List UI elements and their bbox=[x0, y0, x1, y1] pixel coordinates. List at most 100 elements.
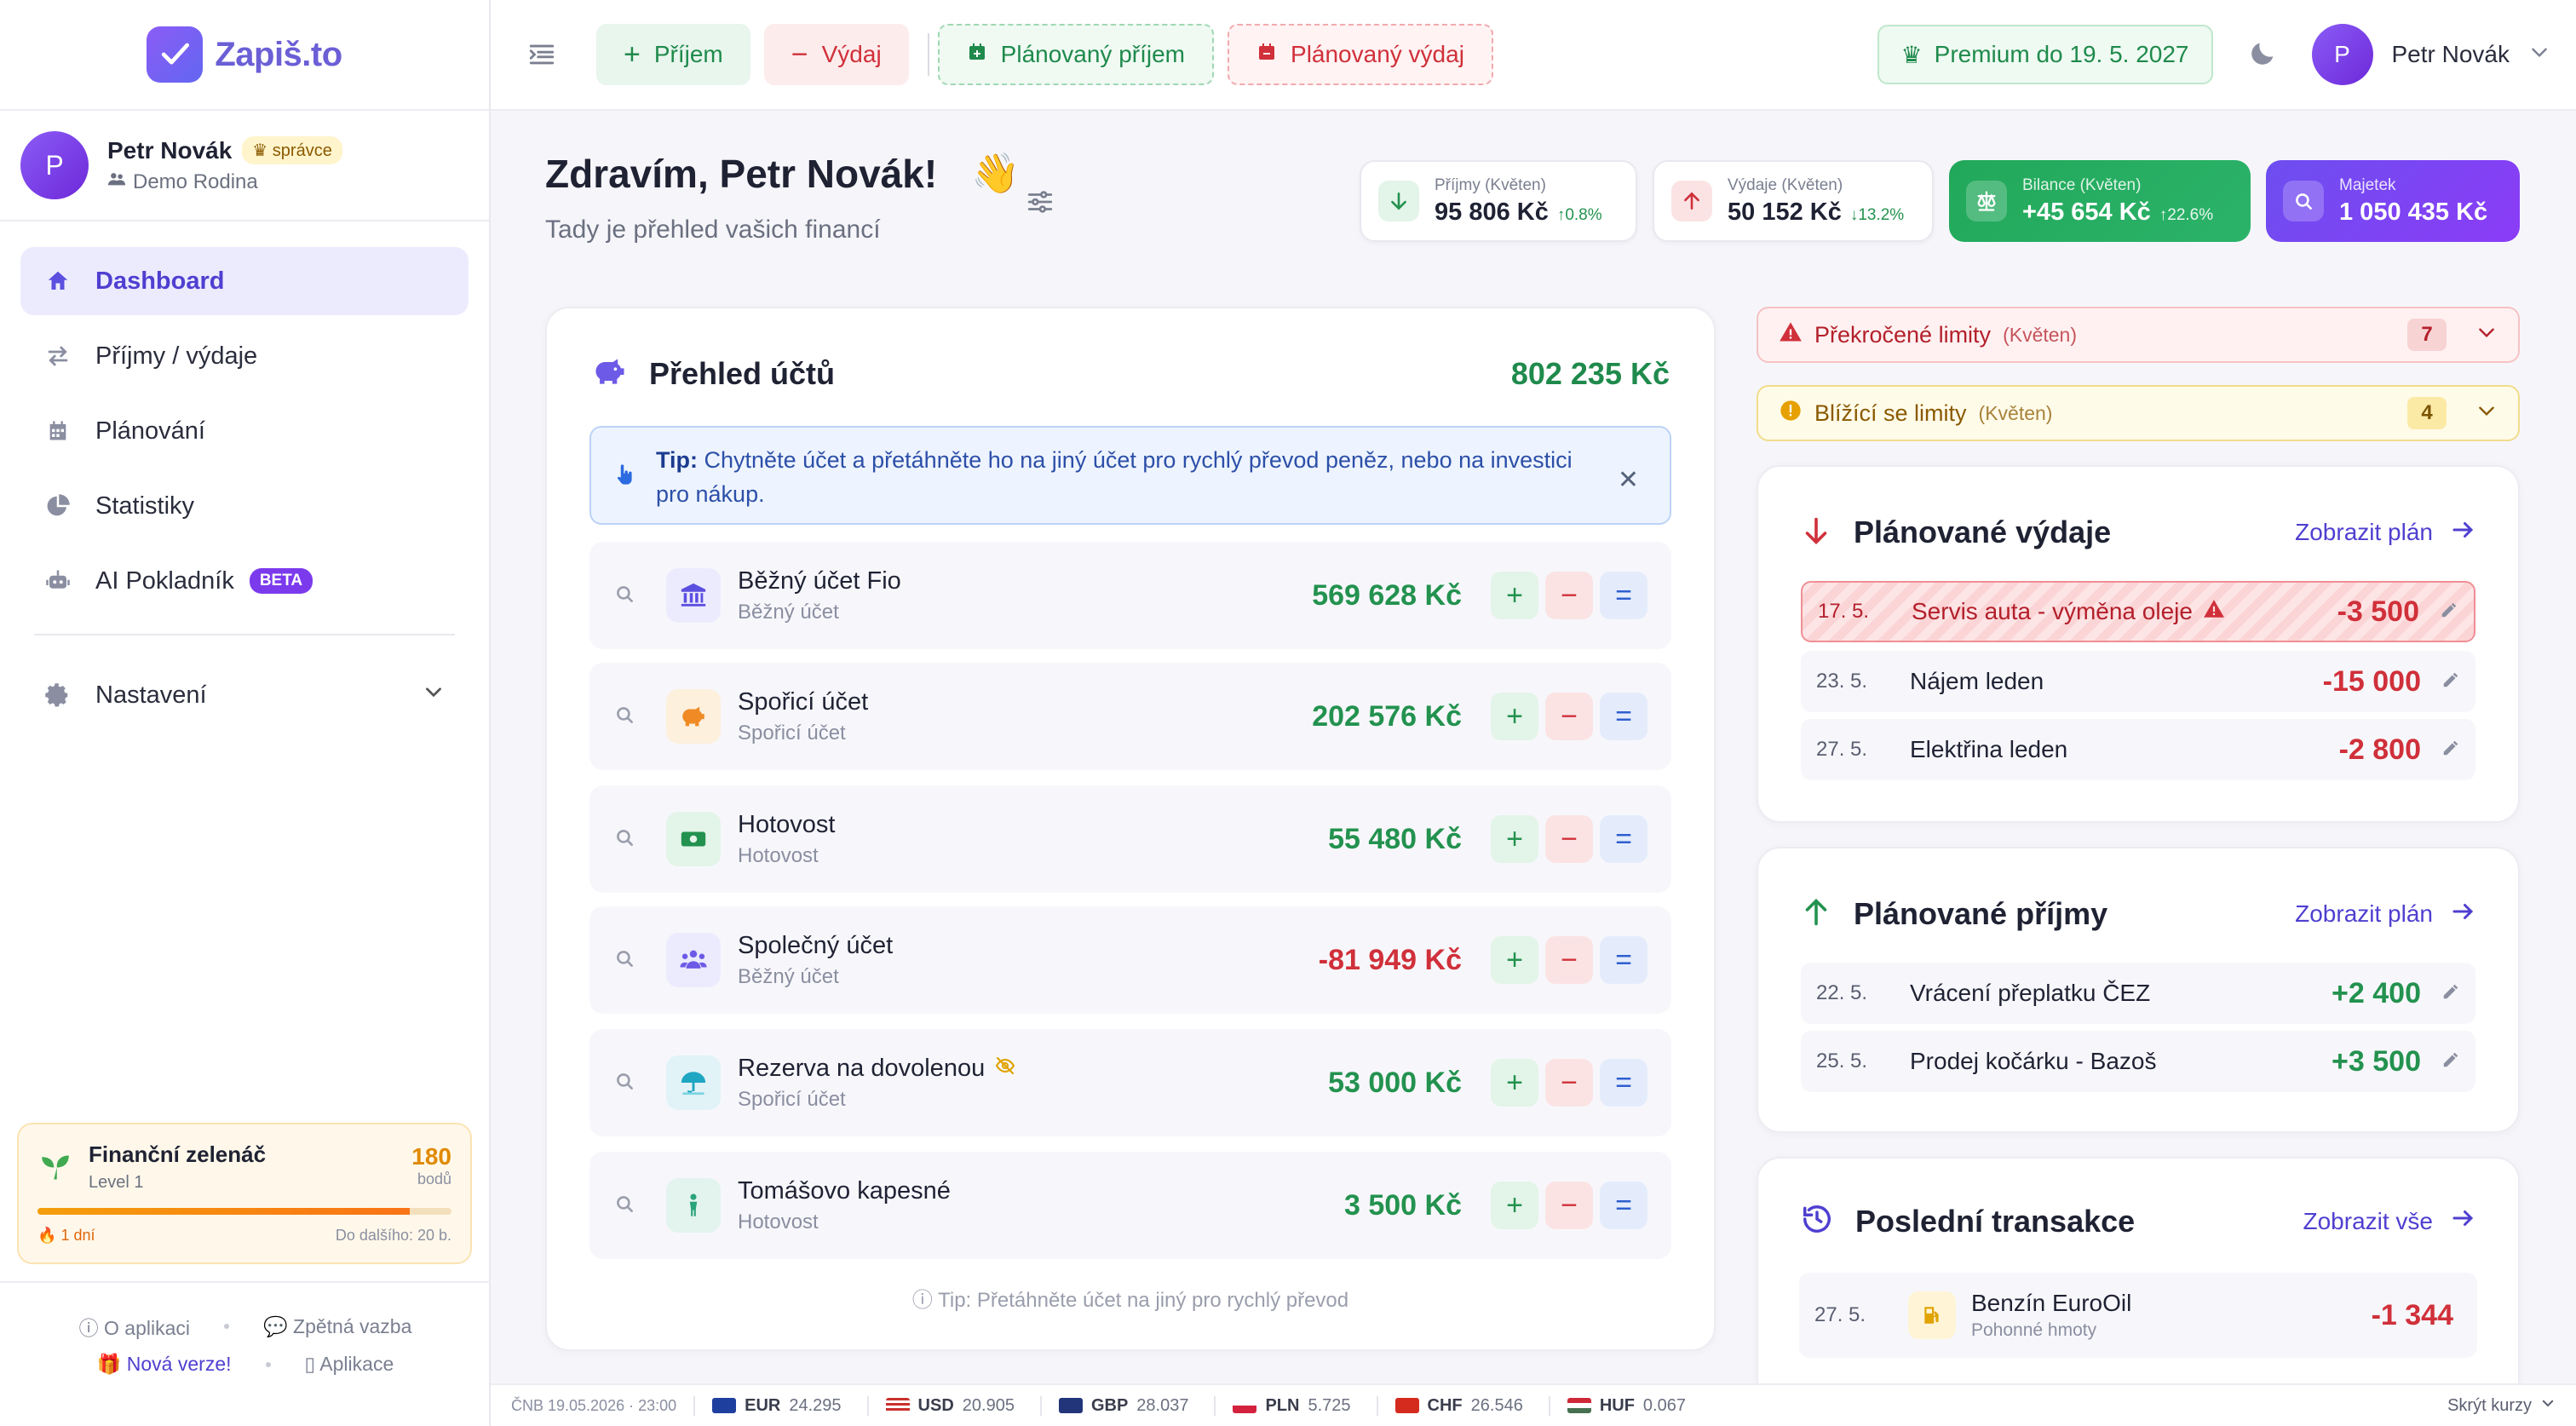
hide-rates-button[interactable]: Skrýt kurzy bbox=[2447, 1395, 2556, 1416]
add-to-account-button[interactable]: + bbox=[1491, 693, 1538, 740]
sidebar-toggle-icon[interactable] bbox=[516, 40, 567, 69]
show-all-link[interactable]: Zobrazit vše bbox=[2303, 1205, 2476, 1237]
account-row[interactable]: Rezerva na dovolenou Spořicí účet 53 000 K… bbox=[589, 1029, 1671, 1136]
family-icon bbox=[107, 170, 126, 194]
planned-row[interactable]: 23. 5. Nájem leden -15 000 bbox=[1801, 651, 2475, 712]
planned-row[interactable]: 25. 5. Prodej kočárku - Bazoš +3 500 bbox=[1801, 1031, 2475, 1092]
pencil-icon[interactable] bbox=[2441, 982, 2460, 1005]
subtract-from-account-button[interactable]: − bbox=[1545, 815, 1593, 863]
search-icon[interactable] bbox=[613, 826, 647, 853]
subtract-from-account-button[interactable]: − bbox=[1545, 693, 1593, 740]
sliders-icon[interactable] bbox=[1026, 187, 1055, 221]
stat-assets[interactable]: Majetek 1 050 435 Kč bbox=[2266, 160, 2520, 242]
new-version-link[interactable]: 🎁 Nová verze! bbox=[97, 1353, 232, 1376]
feedback-link[interactable]: 💬 Zpětná vazba bbox=[263, 1315, 411, 1338]
warning-icon bbox=[1779, 320, 1803, 350]
add-to-account-button[interactable]: + bbox=[1491, 815, 1538, 863]
dark-mode-toggle-icon[interactable] bbox=[2249, 38, 2278, 72]
transaction-row[interactable]: 27. 5. Benzín EuroOil Pohonné hmoty -1 3… bbox=[1799, 1273, 2477, 1358]
apps-link[interactable]: ▯ Aplikace bbox=[305, 1353, 394, 1376]
account-type: Spořicí účet bbox=[738, 721, 846, 745]
sidebar-item-statistics[interactable]: Statistiky bbox=[20, 472, 469, 540]
set-balance-button[interactable]: = bbox=[1600, 1182, 1647, 1229]
arrow-right-icon bbox=[2450, 899, 2475, 930]
sidebar-item-planning[interactable]: Plánování bbox=[20, 397, 469, 465]
pencil-icon[interactable] bbox=[2441, 739, 2460, 762]
add-to-account-button[interactable]: + bbox=[1491, 572, 1538, 619]
planned-title: Servis auta - výměna oleje bbox=[1912, 598, 2193, 624]
pencil-icon[interactable] bbox=[2441, 670, 2460, 693]
search-icon[interactable] bbox=[613, 1070, 647, 1096]
pencil-icon[interactable] bbox=[2441, 1050, 2460, 1073]
subtract-from-account-button[interactable]: − bbox=[1545, 1059, 1593, 1107]
about-link[interactable]: ⓘ O aplikaci bbox=[79, 1312, 190, 1341]
arrow-up-icon bbox=[1801, 897, 1831, 932]
approaching-limits-month: (Květen) bbox=[1978, 401, 2053, 424]
rate-item: HUF 0.067 bbox=[1548, 1395, 1686, 1416]
search-icon[interactable] bbox=[613, 704, 647, 730]
app-logo[interactable]: Zapiš.to bbox=[0, 0, 489, 111]
currency-code: USD bbox=[917, 1395, 954, 1415]
set-balance-button[interactable]: = bbox=[1600, 936, 1647, 984]
sidebar-user[interactable]: P Petr Novák ♛ správce Demo Rodina bbox=[0, 111, 489, 221]
subtract-from-account-button[interactable]: − bbox=[1545, 1182, 1593, 1229]
approaching-limits[interactable]: Blížící se limity (Květen) 4 bbox=[1757, 385, 2520, 441]
planned-amount: -2 800 bbox=[2338, 733, 2421, 766]
premium-badge[interactable]: ♛ Premium do 19. 5. 2027 bbox=[1877, 25, 2213, 84]
search-icon[interactable] bbox=[613, 947, 647, 974]
planned-income-button[interactable]: Plánovaný příjem bbox=[937, 24, 1215, 85]
sidebar-item-label: Statistiky bbox=[95, 492, 195, 520]
account-row[interactable]: Běžný účet Fio Běžný účet 569 628 Kč + − = bbox=[589, 542, 1671, 649]
show-plan-link[interactable]: Zobrazit plán bbox=[2295, 517, 2475, 549]
set-balance-button[interactable]: = bbox=[1600, 1059, 1647, 1107]
currency-rate: 28.037 bbox=[1136, 1395, 1189, 1415]
sidebar-item-dashboard[interactable]: Dashboard bbox=[20, 247, 469, 315]
currency-code: EUR bbox=[745, 1395, 781, 1415]
cash-icon bbox=[666, 812, 721, 866]
planned-date: 23. 5. bbox=[1816, 670, 1868, 693]
stat-label: Majetek bbox=[2339, 175, 2396, 194]
account-balance: 569 628 Kč bbox=[1312, 578, 1462, 612]
set-balance-button[interactable]: = bbox=[1600, 815, 1647, 863]
rates-source: ČNB 19.05.2026 · 23:00 bbox=[511, 1396, 677, 1414]
subtract-from-account-button[interactable]: − bbox=[1545, 936, 1593, 984]
stat-balance[interactable]: Bilance (Květen) +45 654 Kč ↑22.6% bbox=[1949, 160, 2251, 242]
account-row[interactable]: Společný účet Běžný účet -81 949 Kč + − = bbox=[589, 906, 1671, 1014]
pencil-icon[interactable] bbox=[2440, 601, 2458, 624]
account-row[interactable]: Hotovost Hotovost 55 480 Kč + − = bbox=[589, 785, 1671, 893]
greeting: Zdravím, Petr Novák! 👋 Tady je přehled va… bbox=[545, 150, 1020, 244]
sidebar-item-ai-cashier[interactable]: AI Pokladník BETA bbox=[20, 547, 469, 615]
planned-row[interactable]: 17. 5. Servis auta - výměna oleje -3 500 bbox=[1801, 581, 2475, 642]
phone-icon: ▯ bbox=[304, 1353, 316, 1375]
stat-income[interactable]: Příjmy (Květen) 95 806 Kč ↑0.8% bbox=[1360, 160, 1637, 242]
show-plan-link[interactable]: Zobrazit plán bbox=[2295, 899, 2475, 930]
planned-row[interactable]: 27. 5. Elektřina leden -2 800 bbox=[1801, 719, 2475, 780]
planned-expense-button[interactable]: Plánovaný výdaj bbox=[1228, 24, 1493, 85]
add-to-account-button[interactable]: + bbox=[1491, 1182, 1538, 1229]
stat-expense[interactable]: Výdaje (Květen) 50 152 Kč ↓13.2% bbox=[1653, 160, 1934, 242]
level-card[interactable]: Finanční zelenáč Level 1 180 bodů 🔥 1 dn… bbox=[17, 1123, 472, 1264]
set-balance-button[interactable]: = bbox=[1600, 572, 1647, 619]
sidebar-item-label: Příjmy / výdaje bbox=[95, 342, 258, 370]
search-icon[interactable] bbox=[613, 1193, 647, 1219]
planned-row[interactable]: 22. 5. Vrácení přeplatku ČEZ +2 400 bbox=[1801, 963, 2475, 1024]
add-to-account-button[interactable]: + bbox=[1491, 936, 1538, 984]
streak-days: 1 dní bbox=[60, 1227, 95, 1244]
planned-title: Nájem leden bbox=[1910, 668, 2044, 694]
subtract-from-account-button[interactable]: − bbox=[1545, 572, 1593, 619]
set-balance-button[interactable]: = bbox=[1600, 693, 1647, 740]
account-row[interactable]: Spořicí účet Spořicí účet 202 576 Kč + − = bbox=[589, 663, 1671, 770]
search-icon[interactable] bbox=[613, 583, 647, 609]
account-balance: 3 500 Kč bbox=[1344, 1188, 1462, 1222]
add-to-account-button[interactable]: + bbox=[1491, 1059, 1538, 1107]
exceeded-limits[interactable]: Překročené limity (Květen) 7 bbox=[1757, 307, 2520, 363]
add-expense-button[interactable]: − Výdaj bbox=[763, 24, 909, 85]
add-income-button[interactable]: + Příjem bbox=[596, 24, 750, 85]
close-icon[interactable]: ✕ bbox=[1618, 463, 1639, 497]
sidebar-item-transactions[interactable]: Příjmy / výdaje bbox=[20, 322, 469, 390]
user-menu[interactable]: P Petr Novák bbox=[2311, 24, 2551, 85]
arrow-down-icon bbox=[1378, 181, 1419, 221]
sidebar-item-settings[interactable]: Nastavení bbox=[20, 661, 469, 729]
swap-icon bbox=[44, 342, 72, 370]
account-row[interactable]: Tomášovo kapesné Hotovost 3 500 Kč + − = bbox=[589, 1152, 1671, 1259]
